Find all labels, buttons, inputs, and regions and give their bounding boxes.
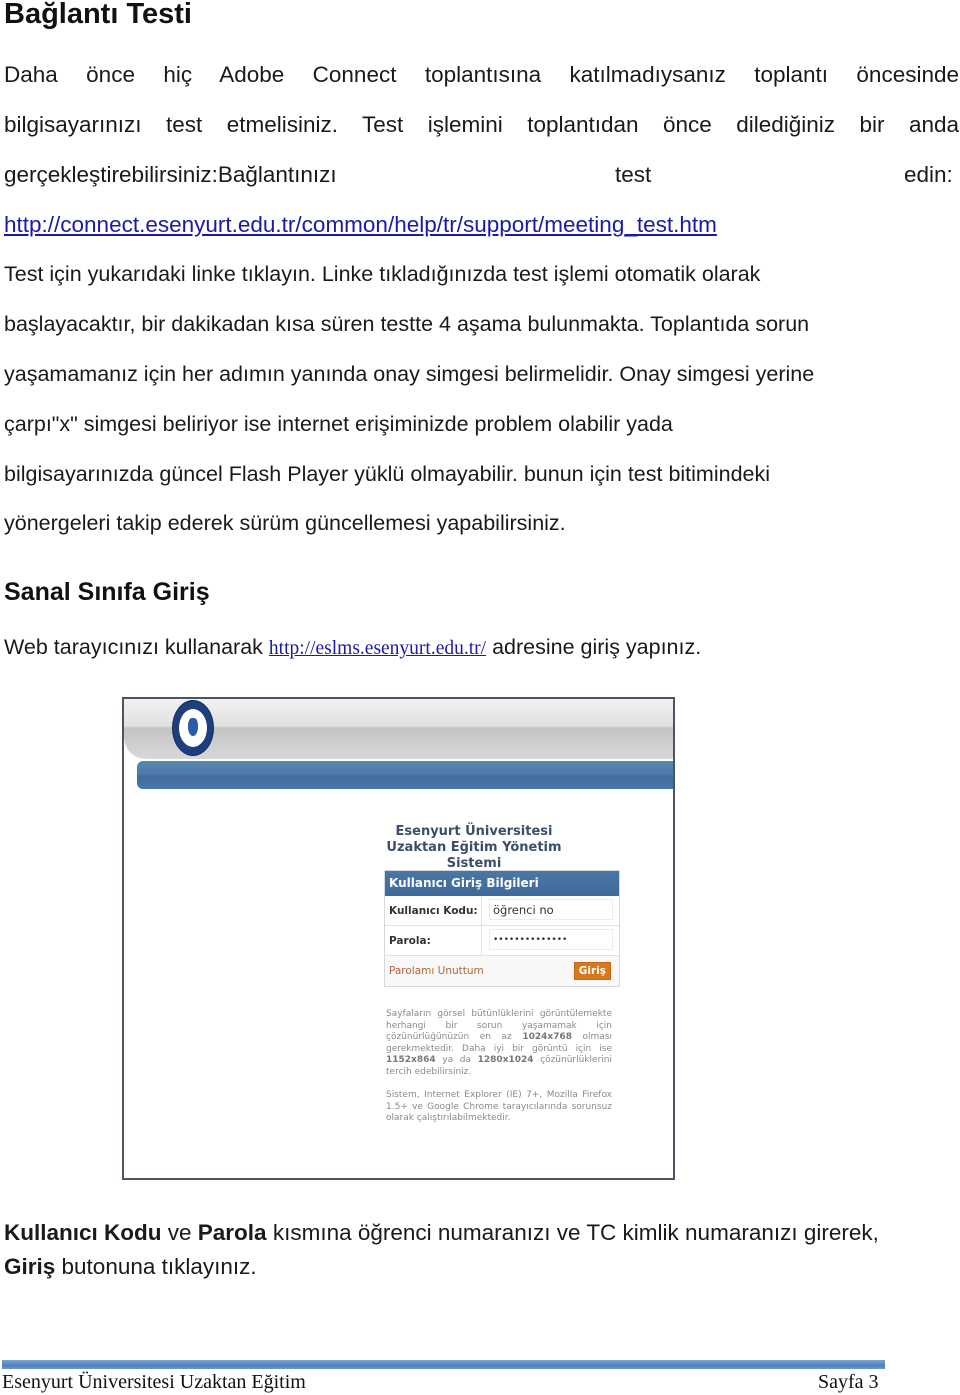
body-line-2: başlayacaktır, bir dakikadan kısa süren … — [4, 312, 810, 336]
screenshot-nav-bar — [137, 761, 673, 789]
screenshot-header — [124, 699, 673, 759]
paragraph-line-1: Daha önce hiç Adobe Connect toplantısına… — [4, 62, 959, 87]
footer-title: Esenyurt Üniversitesi Uzaktan Eğitim — [2, 1371, 306, 1393]
system-title: Esenyurt Üniversitesi Uzaktan Eğitim Yön… — [359, 824, 589, 872]
footer-divider — [2, 1360, 885, 1369]
login-box-header: Kullanıcı Giriş Bilgileri — [385, 871, 619, 896]
username-input[interactable]: öğrenci no — [489, 899, 613, 920]
system-title-line-2: Uzaktan Eğitim Yönetim Sistemi — [386, 840, 562, 871]
browser-info: Sistem, Internet Explorer (IE) 7+, Mozil… — [386, 1090, 612, 1123]
login-button[interactable]: Giriş — [573, 962, 611, 980]
section-title-virtual-class: Sanal Sınıfa Giriş — [4, 578, 210, 606]
password-row: Parola: •••••••••••••• — [385, 926, 619, 956]
line3-part-3: edin: — [904, 162, 953, 187]
forgot-password-link[interactable]: Parolamı Unuttum — [389, 965, 484, 977]
meeting-test-link-line: http://connect.esenyurt.edu.tr/common/he… — [4, 210, 717, 240]
login-footer: Parolamı Unuttum Giriş — [385, 956, 619, 986]
virtual-class-intro: Web tarayıcınızı kullanarak http://eslms… — [4, 632, 701, 664]
info-text: Sayfaların görsel bütünlüklerini görüntü… — [386, 1009, 612, 1137]
line3-part-2: test — [615, 162, 652, 187]
body-line-3: yaşamamanız için her adımın yanında onay… — [4, 362, 815, 386]
username-row: Kullanıcı Kodu: öğrenci no — [385, 896, 619, 926]
page-number: Sayfa 3 — [818, 1371, 879, 1393]
intro-prefix: Web tarayıcınızı kullanarak — [4, 635, 263, 659]
username-label: Kullanıcı Kodu: — [389, 905, 478, 917]
body-line-1: Test için yukarıdaki linke tıklayın. Lin… — [4, 262, 761, 286]
system-title-line-1: Esenyurt Üniversitesi — [395, 824, 553, 839]
paragraph-line-2: bilgisayarınızı test etmelisiniz. Test i… — [4, 112, 959, 137]
password-label: Parola: — [389, 935, 431, 947]
body-line-4: çarpı"x" simgesi beliriyor ise internet … — [4, 412, 673, 436]
eslms-link[interactable]: http://eslms.esenyurt.edu.tr/ — [269, 638, 486, 659]
body-line-6: yönergeleri takip ederek sürüm güncellem… — [4, 511, 566, 535]
login-page-screenshot: Esenyurt Üniversitesi Uzaktan Eğitim Yön… — [122, 697, 675, 1180]
login-instructions: Kullanıcı Kodu ve Parola kısmına öğrenci… — [4, 1220, 879, 1279]
line3-part-1: gerçekleştirebilirsiniz:Bağlantınızı — [4, 162, 337, 187]
body-line-5: bilgisayarınızda güncel Flash Player yük… — [4, 462, 771, 486]
resolution-info: Sayfaların görsel bütünlüklerini görüntü… — [386, 1009, 612, 1077]
meeting-test-link[interactable]: http://connect.esenyurt.edu.tr/common/he… — [4, 212, 717, 237]
intro-suffix: adresine giriş yapınız. — [492, 635, 702, 659]
password-input[interactable]: •••••••••••••• — [489, 929, 613, 950]
university-logo-icon — [172, 700, 214, 756]
login-box: Kullanıcı Giriş Bilgileri Kullanıcı Kodu… — [384, 870, 620, 987]
section-title-connection-test: Bağlantı Testi — [4, 0, 192, 30]
